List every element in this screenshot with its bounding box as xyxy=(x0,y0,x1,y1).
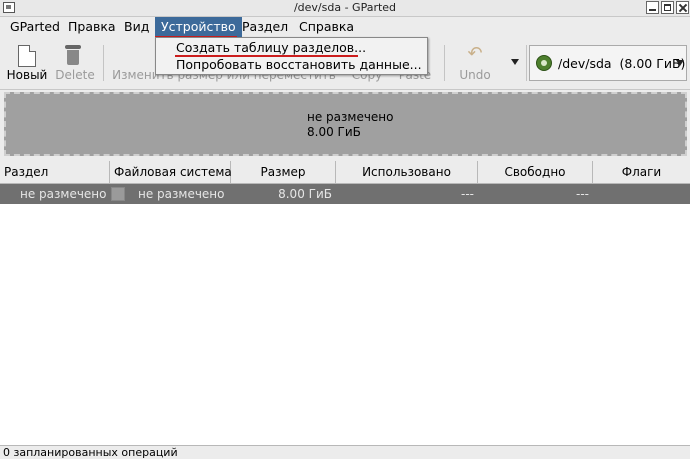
disk-map-size: 8.00 ГиБ xyxy=(307,125,361,139)
table-row[interactable]: не размечено не размечено 8.00 ГиБ --- -… xyxy=(0,184,690,204)
disk-map-unallocated[interactable]: не размечено 8.00 ГиБ xyxy=(4,92,687,156)
column-header-free[interactable]: Свободно xyxy=(478,161,593,183)
table-header: Раздел Файловая система Размер Использов… xyxy=(0,161,690,184)
menu-partition[interactable]: Раздел xyxy=(236,17,294,37)
undo-button[interactable]: ↶ Undo xyxy=(450,37,500,89)
delete-button-label: Delete xyxy=(55,68,95,82)
menu-view[interactable]: Вид xyxy=(118,17,155,37)
title-bar: /dev/sda - GParted xyxy=(0,0,690,17)
menu-device[interactable]: Устройство xyxy=(155,17,242,37)
status-bar: 0 запланированных операций xyxy=(0,445,690,459)
cell-used: --- xyxy=(461,187,474,201)
new-document-icon xyxy=(18,45,36,67)
cell-free: --- xyxy=(576,187,589,201)
undo-icon: ↶ xyxy=(467,43,483,64)
device-selector-label: /dev/sda (8.00 ГиБ) xyxy=(558,56,685,71)
column-header-filesystem[interactable]: Файловая система xyxy=(110,161,232,183)
status-text: 0 запланированных операций xyxy=(3,446,178,459)
menu-item-create-partition-table[interactable]: Создать таблицу разделов... xyxy=(176,40,366,55)
column-header-used[interactable]: Использовано xyxy=(336,161,478,183)
toolbar-separator xyxy=(103,45,104,81)
partition-table: Раздел Файловая система Размер Использов… xyxy=(0,161,690,445)
filesystem-color-swatch xyxy=(111,187,125,201)
undo-dropdown-arrow-icon[interactable] xyxy=(511,59,519,65)
device-selector[interactable]: /dev/sda (8.00 ГиБ) xyxy=(529,45,687,81)
disk-icon xyxy=(536,55,552,71)
cell-size: 8.00 ГиБ xyxy=(278,187,332,201)
delete-button[interactable]: Delete xyxy=(52,37,98,89)
menu-item-annotation-underline xyxy=(175,55,358,57)
column-header-partition[interactable]: Раздел xyxy=(0,161,110,183)
toolbar-separator xyxy=(526,45,527,81)
menu-help[interactable]: Справка xyxy=(293,17,360,37)
device-name: /dev/sda xyxy=(558,56,612,71)
column-header-flags[interactable]: Флаги xyxy=(593,161,690,183)
window-title: /dev/sda - GParted xyxy=(293,1,397,14)
close-icon[interactable] xyxy=(676,1,689,14)
cell-filesystem: не размечено xyxy=(138,187,225,201)
device-dropdown-arrow-icon xyxy=(676,60,684,66)
new-button[interactable]: Новый xyxy=(2,37,52,89)
disk-map-label: не размечено xyxy=(307,110,394,124)
undo-button-label: Undo xyxy=(459,68,491,82)
minimize-icon[interactable] xyxy=(646,1,659,14)
menu-bar: GParted Правка Вид Устройство Раздел Спр… xyxy=(0,17,690,37)
cell-partition: не размечено xyxy=(20,187,107,201)
toolbar-separator xyxy=(444,45,445,81)
maximize-icon[interactable] xyxy=(661,1,674,14)
menu-gparted[interactable]: GParted xyxy=(4,17,66,37)
column-header-size[interactable]: Размер xyxy=(231,161,336,183)
menu-item-attempt-data-rescue[interactable]: Попробовать восстановить данные... xyxy=(176,57,422,72)
new-button-label: Новый xyxy=(6,68,48,82)
menu-edit[interactable]: Правка xyxy=(62,17,122,37)
trash-icon xyxy=(65,43,81,65)
